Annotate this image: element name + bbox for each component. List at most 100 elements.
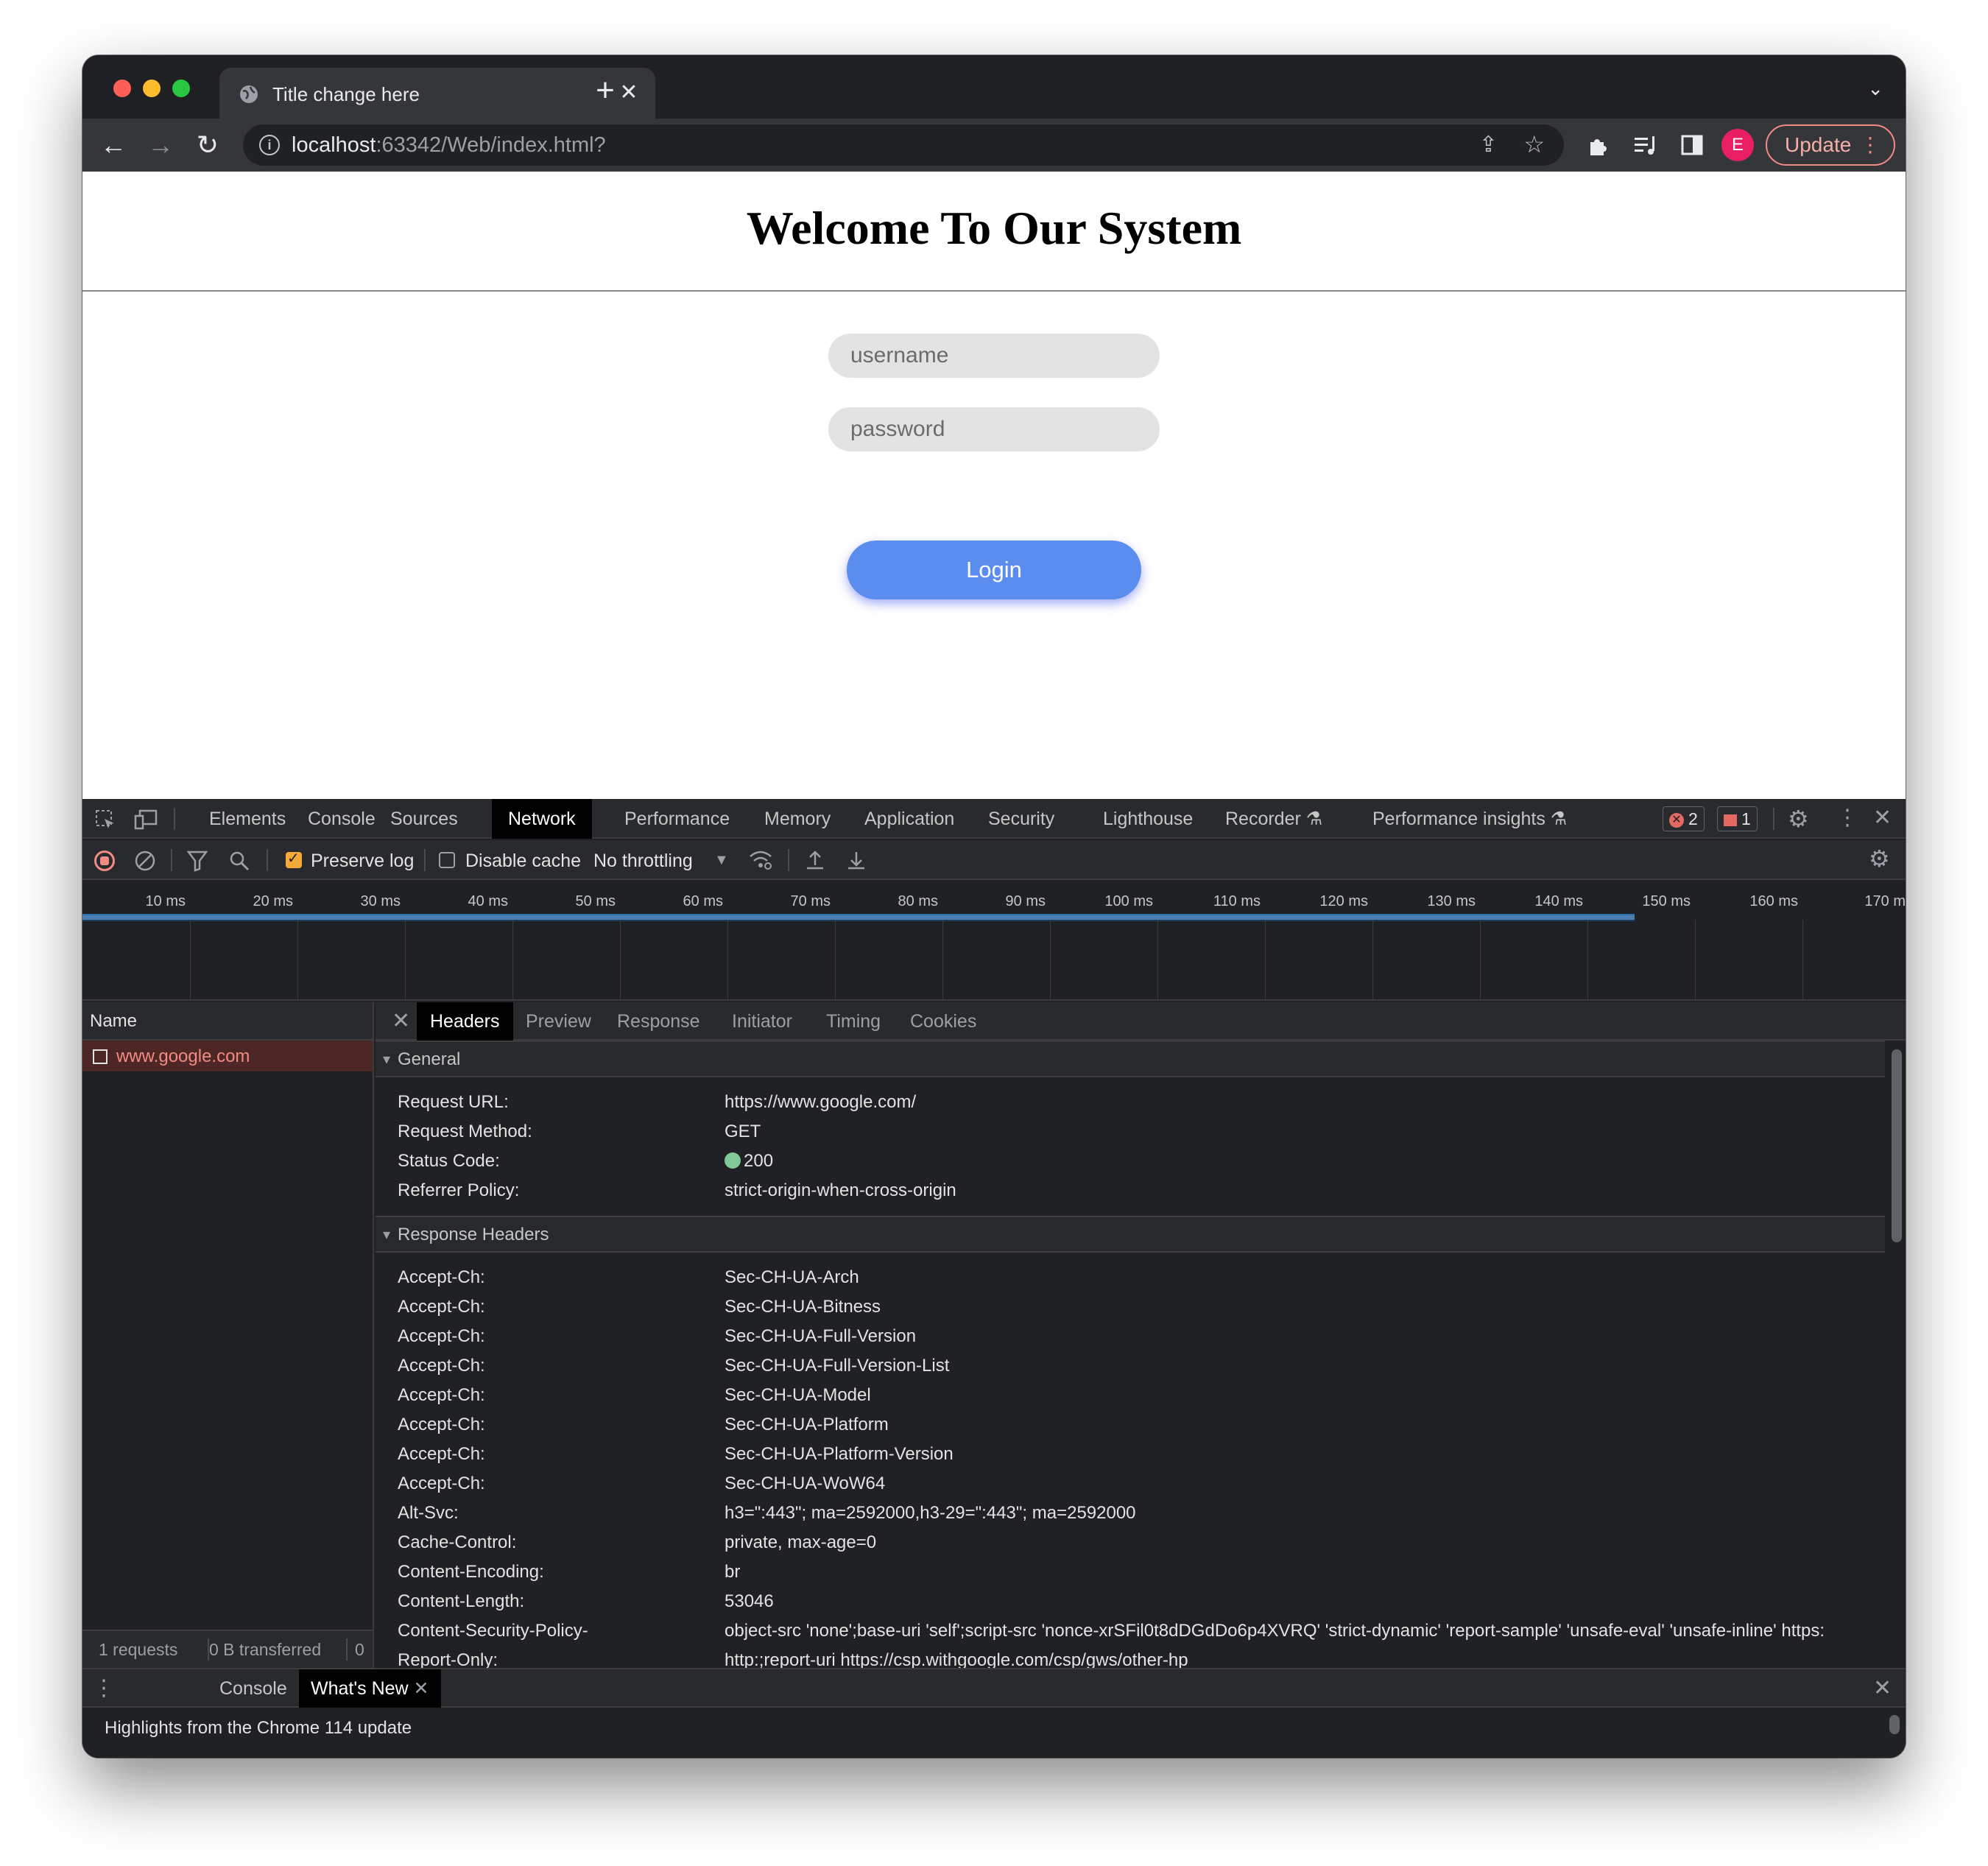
response-header-value: Sec-CH-UA-Platform [725, 1415, 889, 1434]
extensions-puzzle-icon[interactable] [1586, 133, 1610, 157]
filter-icon[interactable] [187, 850, 208, 872]
address-bar[interactable]: i localhost:63342/Web/index.html? ⇪ ☆ [243, 124, 1564, 166]
footer-separator [346, 1638, 348, 1661]
record-stop-icon[interactable] [94, 851, 115, 871]
tab-timing[interactable]: Timing [813, 1002, 894, 1041]
detail-tabs: ✕ Headers Preview Response Initiator Tim… [376, 1002, 1906, 1041]
network-settings-gear-icon[interactable]: ⚙ [1869, 845, 1890, 873]
profile-avatar[interactable]: E [1721, 129, 1754, 161]
header-key: Referrer Policy: [398, 1180, 520, 1200]
password-input[interactable] [828, 407, 1160, 451]
side-panel-icon[interactable] [1680, 133, 1704, 157]
tab-initiator[interactable]: Initiator [719, 1002, 806, 1041]
toolbar-separator [267, 849, 268, 871]
transferred-size: 0 B transferred [209, 1640, 322, 1659]
timeline-gridline [1695, 920, 1696, 999]
details-scrollbar[interactable] [1886, 1042, 1906, 1668]
update-button[interactable]: Update ⋮ [1766, 124, 1895, 166]
forward-icon[interactable]: → [144, 129, 177, 161]
tab-recorder[interactable]: Recorder ⚗ [1209, 799, 1339, 839]
timeline-gridline [620, 920, 621, 999]
timeline-gridline [405, 920, 406, 999]
clear-icon[interactable] [134, 850, 156, 872]
network-timeline-overview[interactable]: 10 ms 20 ms 30 ms 40 ms 50 ms 60 ms 70 ms 80 ms… [82, 880, 1906, 1001]
close-devtools-icon[interactable]: ✕ [1873, 805, 1892, 831]
response-header-key: Alt-Svc: [398, 1503, 459, 1523]
close-tab-icon[interactable]: ✕ [414, 1678, 429, 1699]
tab-headers[interactable]: Headers [417, 1002, 513, 1041]
tab-security[interactable]: Security [972, 799, 1071, 839]
response-header-value: 53046 [725, 1591, 774, 1611]
reload-icon[interactable]: ↻ [191, 129, 224, 161]
tab-performance[interactable]: Performance [608, 799, 746, 839]
disable-cache-checkbox[interactable] [439, 852, 455, 868]
timeline-tick-label: 90 ms [1005, 893, 1046, 909]
settings-gear-icon[interactable]: ⚙ [1788, 805, 1809, 833]
import-har-icon[interactable] [804, 849, 826, 871]
scrollbar-thumb[interactable] [1892, 1049, 1902, 1242]
response-header-value: Sec-CH-UA-Full-Version-List [725, 1356, 950, 1376]
error-count-badge[interactable]: ✕ 2 [1663, 806, 1705, 831]
response-header-value: h3=":443"; ma=2592000,h3-29=":443"; ma=2… [725, 1503, 1136, 1523]
title-bar: Title change here ✕ + ⌄ [82, 55, 1906, 119]
tab-response[interactable]: Response [604, 1002, 713, 1041]
more-options-icon[interactable]: ⋮ [1836, 805, 1858, 831]
timeline-gridline [512, 920, 513, 999]
tab-search-icon[interactable]: ⌄ [1867, 77, 1883, 100]
inspect-element-icon[interactable] [94, 809, 116, 831]
timeline-gridline [835, 920, 836, 999]
share-icon[interactable]: ⇪ [1479, 132, 1498, 158]
device-toolbar-icon[interactable] [134, 809, 159, 831]
preserve-log-checkbox[interactable] [286, 849, 302, 868]
back-icon[interactable]: ← [97, 129, 130, 161]
network-conditions-wifi-icon[interactable] [748, 849, 773, 871]
tab-application[interactable]: Application [848, 799, 970, 839]
request-timing-bar [82, 914, 1635, 921]
tab-lighthouse[interactable]: Lighthouse [1087, 799, 1209, 839]
drawer-tab-console[interactable]: Console [208, 1669, 299, 1708]
response-header-key: Accept-Ch: [398, 1297, 485, 1317]
response-headers-section-header[interactable]: Response Headers [376, 1216, 1885, 1253]
document-icon [93, 1049, 107, 1064]
bookmark-star-icon[interactable]: ☆ [1523, 130, 1545, 158]
request-row[interactable]: www.google.com [82, 1041, 373, 1071]
response-header-key: Accept-Ch: [398, 1415, 485, 1434]
response-header-value: private, max-age=0 [725, 1532, 877, 1552]
search-icon[interactable] [228, 850, 250, 872]
close-window-button[interactable] [113, 80, 131, 97]
url-text[interactable]: localhost:63342/Web/index.html? [292, 133, 606, 158]
toolbar-separator [171, 849, 172, 871]
media-queue-icon[interactable] [1633, 133, 1658, 157]
tab-sources[interactable]: Sources [374, 799, 474, 839]
export-har-icon[interactable] [845, 849, 867, 871]
close-details-icon[interactable]: ✕ [392, 1008, 410, 1034]
minimize-window-button[interactable] [143, 80, 161, 97]
chevron-down-icon[interactable]: ▼ [714, 852, 729, 869]
toolbar-separator [174, 808, 175, 830]
tab-network[interactable]: Network [492, 799, 592, 839]
tab-preview[interactable]: Preview [512, 1002, 604, 1041]
flask-icon: ⚗ [1550, 809, 1568, 829]
drawer-tab-whats-new[interactable]: What's New ✕ [299, 1669, 441, 1708]
issue-count-badge[interactable]: 1 [1717, 806, 1758, 831]
new-tab-button[interactable]: + [589, 74, 621, 107]
timeline-tick-label: 10 ms [145, 893, 186, 909]
drawer-scrollbar-thumb[interactable] [1889, 1715, 1900, 1734]
throttling-select[interactable]: No throttling [593, 851, 693, 872]
menu-kebab-icon[interactable]: ⋮ [1860, 126, 1881, 164]
update-label: Update [1785, 133, 1852, 156]
maximize-window-button[interactable] [172, 80, 190, 97]
general-section-header[interactable]: General [376, 1041, 1885, 1077]
timeline-tick-label: 140 ms [1534, 893, 1583, 909]
tab-elements[interactable]: Elements [193, 799, 302, 839]
close-drawer-icon[interactable]: ✕ [1873, 1675, 1892, 1701]
name-column-header[interactable]: Name [82, 1002, 373, 1041]
drawer-menu-icon[interactable]: ⋮ [93, 1675, 115, 1701]
site-info-icon[interactable]: i [259, 135, 280, 155]
login-button[interactable]: Login [847, 541, 1141, 599]
tab-performance-insights[interactable]: Performance insights ⚗ [1356, 799, 1583, 839]
tab-cookies[interactable]: Cookies [897, 1002, 990, 1041]
footer-extra: 0 [355, 1640, 364, 1659]
tab-memory[interactable]: Memory [748, 799, 847, 839]
username-input[interactable] [828, 334, 1160, 378]
